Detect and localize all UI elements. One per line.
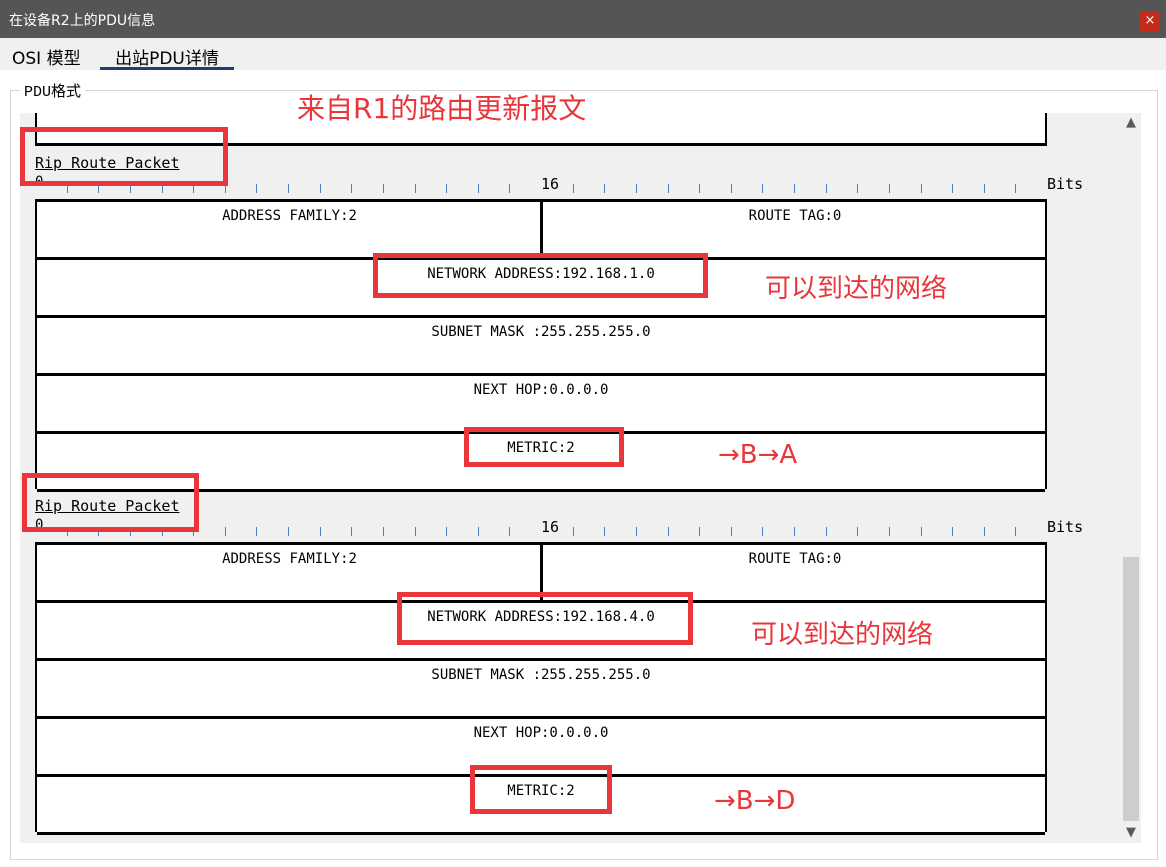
- address-family-field: ADDRESS FAMILY:2: [222, 208, 357, 224]
- bit-tick: [509, 527, 510, 536]
- vertical-scrollbar[interactable]: ▲ ▼: [1121, 113, 1141, 843]
- bit-tick: [889, 527, 890, 536]
- bits-unit-label: Bits: [1047, 518, 1084, 536]
- annotation-path-note-2: →B→D: [714, 786, 796, 816]
- route-tag-field: ROUTE TAG:0: [748, 208, 842, 224]
- annotation-box-packet-title-2: [22, 473, 199, 532]
- bit-tick: [984, 184, 985, 193]
- bit-tick: [952, 527, 953, 536]
- bit-tick: [826, 527, 827, 536]
- scroll-up-icon[interactable]: ▲: [1121, 113, 1141, 133]
- window-title: 在设备R2上的PDU信息: [9, 13, 156, 29]
- bit-tick: [668, 184, 669, 193]
- bit-tick: [636, 527, 637, 536]
- bit-tick: [762, 527, 763, 536]
- bit-tick: [921, 527, 922, 536]
- bit-tick: [731, 184, 732, 193]
- scrollbar-thumb[interactable]: [1123, 557, 1139, 821]
- tab-outbound-pdu-details[interactable]: 出站PDU详情: [100, 44, 234, 70]
- bit-tick: [921, 184, 922, 193]
- tab-bar: OSI 模型 出站PDU详情: [0, 38, 1166, 70]
- next-hop-field: NEXT HOP:0.0.0.0: [473, 725, 609, 741]
- row-family-tag: ADDRESS FAMILY:2 ROUTE TAG:0: [37, 202, 1045, 260]
- bit-tick: [256, 527, 257, 536]
- annotation-box-network-1: [373, 253, 708, 298]
- bit-tick: [383, 184, 384, 193]
- subnet-mask-field: SUBNET MASK :255.255.255.0: [431, 667, 651, 683]
- bit-tick: [509, 184, 510, 193]
- bit-tick: [415, 527, 416, 536]
- bit-tick: [446, 527, 447, 536]
- bit-tick: [604, 527, 605, 536]
- bit-tick: [889, 184, 890, 193]
- bit-tick: [636, 184, 637, 193]
- bit-tick: [478, 527, 479, 536]
- bit-tick: [288, 527, 289, 536]
- annotation-box-metric-2: [470, 765, 612, 814]
- bit-tick: [1015, 184, 1016, 193]
- row-subnet-mask: SUBNET MASK :255.255.255.0: [37, 661, 1045, 719]
- bit-middle-label: 16: [541, 175, 560, 193]
- bit-tick: [604, 184, 605, 193]
- bit-tick: [826, 184, 827, 193]
- bit-tick: [794, 184, 795, 193]
- scroll-down-icon[interactable]: ▼: [1121, 823, 1141, 843]
- annotation-top-note: 来自R1的路由更新报文: [297, 92, 587, 125]
- pdu-format-label: PDU格式: [20, 80, 86, 101]
- bit-tick: [731, 527, 732, 536]
- bit-tick: [952, 184, 953, 193]
- bit-tick: [446, 184, 447, 193]
- annotation-reach-note-1: 可以到达的网络: [765, 274, 948, 304]
- window-titlebar: 在设备R2上的PDU信息 ×: [0, 0, 1166, 38]
- bit-tick: [699, 184, 700, 193]
- bit-tick: [478, 184, 479, 193]
- bit-tick: [699, 527, 700, 536]
- annotation-box-metric-1: [464, 427, 624, 467]
- bits-unit-label: Bits: [1047, 175, 1084, 193]
- bit-tick: [320, 184, 321, 193]
- bit-tick: [415, 184, 416, 193]
- row-next-hop: NEXT HOP:0.0.0.0: [37, 376, 1045, 434]
- bit-tick: [256, 184, 257, 193]
- annotation-box-packet-title-1: [20, 127, 228, 186]
- route-tag-field: ROUTE TAG:0: [748, 551, 842, 567]
- bit-tick: [857, 184, 858, 193]
- bit-tick: [351, 184, 352, 193]
- close-icon[interactable]: ×: [1140, 11, 1160, 31]
- bit-tick: [984, 527, 985, 536]
- bit-tick: [351, 527, 352, 536]
- address-family-field: ADDRESS FAMILY:2: [222, 551, 357, 567]
- bit-tick: [288, 184, 289, 193]
- bit-tick: [1015, 527, 1016, 536]
- subnet-mask-field: SUBNET MASK :255.255.255.0: [431, 324, 651, 340]
- bit-tick: [225, 527, 226, 536]
- annotation-path-note-1: →B→A: [718, 440, 798, 470]
- next-hop-field: NEXT HOP:0.0.0.0: [473, 382, 609, 398]
- annotation-box-network-2: [397, 592, 693, 645]
- row-subnet-mask: SUBNET MASK :255.255.255.0: [37, 318, 1045, 376]
- bit-tick: [668, 527, 669, 536]
- bit-tick: [762, 184, 763, 193]
- bit-tick: [794, 527, 795, 536]
- annotation-reach-note-2: 可以到达的网络: [751, 620, 934, 650]
- bit-tick: [573, 527, 574, 536]
- bit-tick: [320, 527, 321, 536]
- bit-tick: [383, 527, 384, 536]
- bit-tick: [857, 527, 858, 536]
- tab-osi-model[interactable]: OSI 模型: [12, 44, 81, 69]
- bit-middle-label: 16: [541, 518, 560, 536]
- bit-tick: [573, 184, 574, 193]
